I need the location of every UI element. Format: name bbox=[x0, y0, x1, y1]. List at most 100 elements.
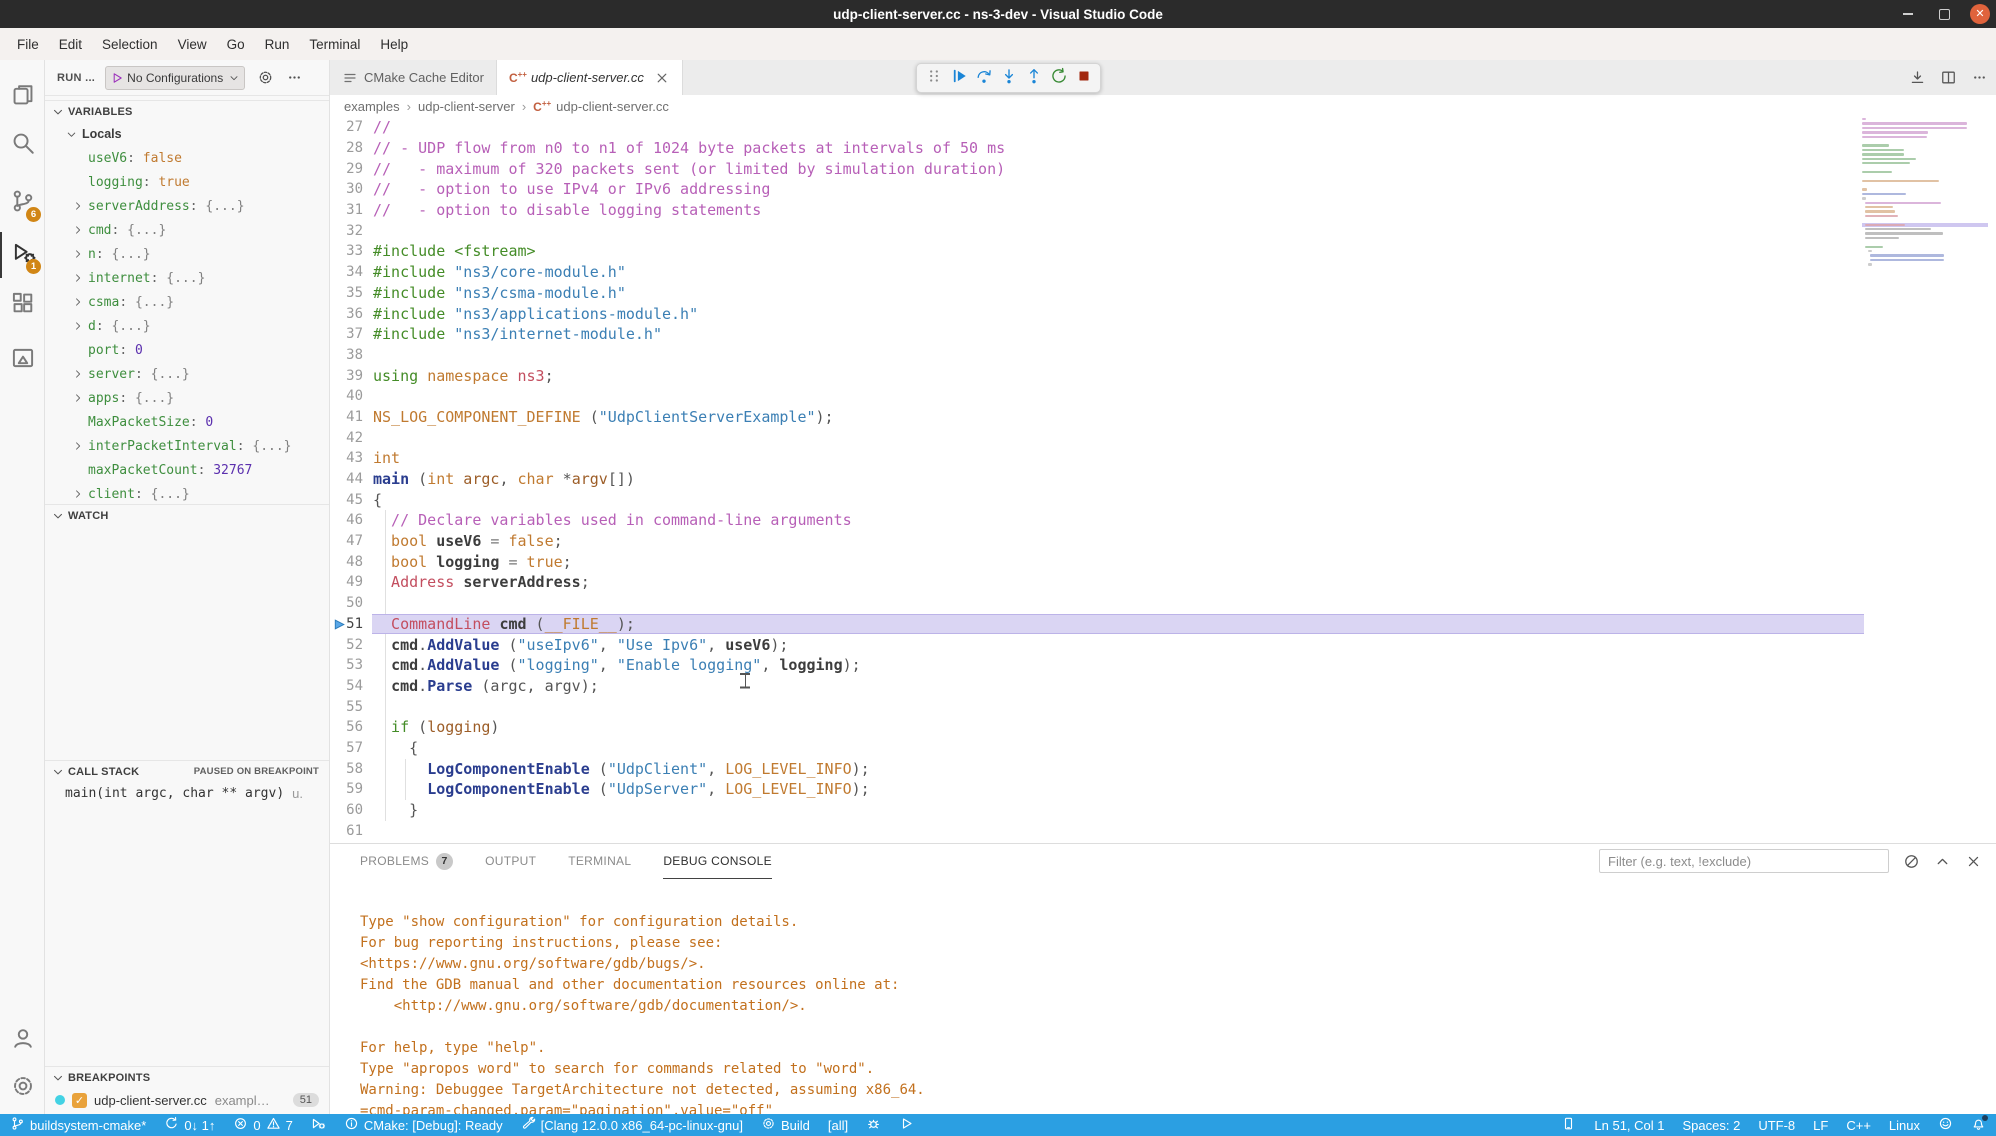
variable-row-serverAddress[interactable]: serverAddress: {...} bbox=[45, 194, 329, 218]
variable-row-n[interactable]: n: {...} bbox=[45, 242, 329, 266]
menu-item-selection[interactable]: Selection bbox=[93, 33, 167, 56]
account-icon bbox=[10, 1025, 36, 1056]
debug-stop-button[interactable] bbox=[1071, 66, 1096, 91]
menu-item-view[interactable]: View bbox=[169, 33, 216, 56]
line-number: 41 bbox=[330, 409, 373, 425]
menu-item-help[interactable]: Help bbox=[371, 33, 417, 56]
maximize-icon[interactable] bbox=[1934, 4, 1954, 24]
close-icon[interactable]: ✕ bbox=[1970, 4, 1990, 24]
more-actions-icon[interactable] bbox=[286, 69, 303, 86]
status-cmake-debug-ready[interactable]: CMake: [Debug]: Ready bbox=[344, 1116, 503, 1134]
activity-search[interactable] bbox=[0, 122, 45, 168]
variable-row-apps[interactable]: apps: {...} bbox=[45, 386, 329, 410]
panel-tab-problems[interactable]: PROBLEMS7 bbox=[360, 844, 453, 879]
status-spaces-2[interactable]: Spaces: 2 bbox=[1683, 1118, 1741, 1133]
debug-continue-button[interactable] bbox=[946, 66, 971, 91]
variable-row-client[interactable]: client: {...} bbox=[45, 482, 329, 506]
variable-row-useV6[interactable]: useV6: false bbox=[45, 146, 329, 170]
status-0[interactable]: 07 bbox=[233, 1116, 292, 1134]
line-number: 33 bbox=[330, 243, 373, 259]
status-feedback-icon[interactable] bbox=[1938, 1116, 1953, 1134]
close-tab-icon[interactable] bbox=[654, 70, 670, 86]
status-utf-8[interactable]: UTF-8 bbox=[1758, 1118, 1795, 1133]
breadcrumb-segment[interactable]: udp-client-server bbox=[418, 99, 515, 114]
debug-step-out-button[interactable] bbox=[1021, 66, 1046, 91]
variable-row-d[interactable]: d: {...} bbox=[45, 314, 329, 338]
status-debug-alt-icon[interactable] bbox=[311, 1116, 326, 1134]
status-all[interactable]: [all] bbox=[828, 1118, 848, 1133]
menu-item-file[interactable]: File bbox=[8, 33, 48, 56]
menu-item-terminal[interactable]: Terminal bbox=[300, 33, 369, 56]
watch-section-header[interactable]: WATCH bbox=[45, 504, 329, 526]
status-0-1[interactable]: 0↓ 1↑ bbox=[164, 1116, 215, 1134]
breakpoints-section-header[interactable]: BREAKPOINTS bbox=[45, 1066, 329, 1088]
status-linux[interactable]: Linux bbox=[1889, 1118, 1920, 1133]
split-editor-icon[interactable] bbox=[1940, 69, 1957, 86]
minimap-line bbox=[1868, 263, 1872, 265]
menu-item-edit[interactable]: Edit bbox=[50, 33, 91, 56]
variable-row-interPacketInterval[interactable]: interPacketInterval: {...} bbox=[45, 434, 329, 458]
panel-close-icon[interactable] bbox=[1965, 853, 1982, 870]
debug-restart-button[interactable] bbox=[1046, 66, 1071, 91]
variable-row-MaxPacketSize[interactable]: MaxPacketSize: 0 bbox=[45, 410, 329, 434]
variable-row-port[interactable]: port: 0 bbox=[45, 338, 329, 362]
activity-accounts[interactable] bbox=[0, 1017, 45, 1063]
line-number: 44 bbox=[330, 471, 373, 487]
status-buildsystem-cmake[interactable]: buildsystem-cmake* bbox=[10, 1116, 146, 1134]
activity-explorer[interactable] bbox=[0, 74, 45, 120]
code-editor[interactable]: 27//28// - UDP flow from n0 to n1 of 102… bbox=[330, 117, 1996, 843]
call-stack-frame[interactable]: main(int argc, char ** argv) u. bbox=[45, 782, 329, 804]
download-icon[interactable] bbox=[1909, 69, 1926, 86]
variable-row-logging[interactable]: logging: true bbox=[45, 170, 329, 194]
breakpoint-item[interactable]: ✓ udp-client-server.cc exampl… 51 bbox=[45, 1088, 329, 1112]
breakpoint-checkbox[interactable]: ✓ bbox=[72, 1093, 87, 1108]
launch-configuration-dropdown[interactable]: No Configurations bbox=[105, 66, 245, 90]
badge: 6 bbox=[26, 207, 41, 222]
tab-cmake-cache-editor[interactable]: CMake Cache Editor bbox=[330, 60, 497, 95]
tab-udp-client-server[interactable]: C++ udp-client-server.cc bbox=[497, 60, 683, 95]
panel-tab-terminal[interactable]: TERMINAL bbox=[568, 844, 631, 879]
activity-extensions[interactable] bbox=[0, 282, 45, 328]
variable-row-maxPacketCount[interactable]: maxPacketCount: 32767 bbox=[45, 458, 329, 482]
status-c[interactable]: C++ bbox=[1846, 1118, 1871, 1133]
minimap-line bbox=[1865, 237, 1900, 239]
console-filter-input[interactable] bbox=[1599, 849, 1889, 873]
menu-item-run[interactable]: Run bbox=[256, 33, 299, 56]
panel-maximize-icon[interactable] bbox=[1934, 853, 1951, 870]
status-play-outline-icon[interactable] bbox=[899, 1116, 914, 1134]
menu-item-go[interactable]: Go bbox=[218, 33, 254, 56]
code-line: 56 if (logging) bbox=[330, 717, 1996, 738]
debug-step-over-button[interactable] bbox=[971, 66, 996, 91]
minimap[interactable] bbox=[1862, 117, 1988, 417]
activity-source-control[interactable]: 6 bbox=[0, 180, 45, 226]
status-ln-51-col-1[interactable]: Ln 51, Col 1 bbox=[1594, 1118, 1664, 1133]
more-actions-icon[interactable] bbox=[1971, 69, 1988, 86]
status-bell-icon[interactable] bbox=[1971, 1116, 1986, 1134]
activity-cmake[interactable] bbox=[0, 337, 45, 383]
line-number: 52 bbox=[330, 637, 373, 653]
variable-row-internet[interactable]: internet: {...} bbox=[45, 266, 329, 290]
call-stack-section-header[interactable]: CALL STACK PAUSED ON BREAKPOINT bbox=[45, 760, 329, 782]
variable-row-cmd[interactable]: cmd: {...} bbox=[45, 218, 329, 242]
clear-console-icon[interactable] bbox=[1903, 853, 1920, 870]
variables-section-header[interactable]: VARIABLES bbox=[45, 100, 329, 122]
gear-icon[interactable] bbox=[257, 69, 274, 86]
status-lf[interactable]: LF bbox=[1813, 1118, 1828, 1133]
debug-step-into-button[interactable] bbox=[996, 66, 1021, 91]
variable-row-csma[interactable]: csma: {...} bbox=[45, 290, 329, 314]
variables-scope-locals[interactable]: Locals bbox=[45, 122, 329, 146]
panel-tab-debug-console[interactable]: DEBUG CONSOLE bbox=[663, 844, 772, 879]
breadcrumb-segment[interactable]: udp-client-server.cc bbox=[556, 99, 669, 114]
debug-console-output[interactable]: Type "show configuration" for configurat… bbox=[360, 880, 1976, 1114]
panel-tab-output[interactable]: OUTPUT bbox=[485, 844, 536, 879]
status-bug-icon[interactable] bbox=[866, 1116, 881, 1134]
status-device-icon[interactable] bbox=[1561, 1116, 1576, 1134]
breadcrumb-segment[interactable]: examples bbox=[344, 99, 400, 114]
minimap-line bbox=[1862, 144, 1889, 146]
activity-run-and-debug[interactable]: 1 bbox=[0, 232, 45, 278]
status-build[interactable]: Build bbox=[761, 1116, 810, 1134]
minimize-icon[interactable] bbox=[1898, 4, 1918, 24]
status-clang-12-0-0-x86-64-pc-linux-gnu[interactable]: [Clang 12.0.0 x86_64-pc-linux-gnu] bbox=[521, 1116, 743, 1134]
variable-row-server[interactable]: server: {...} bbox=[45, 362, 329, 386]
activity-settings[interactable] bbox=[0, 1065, 45, 1111]
